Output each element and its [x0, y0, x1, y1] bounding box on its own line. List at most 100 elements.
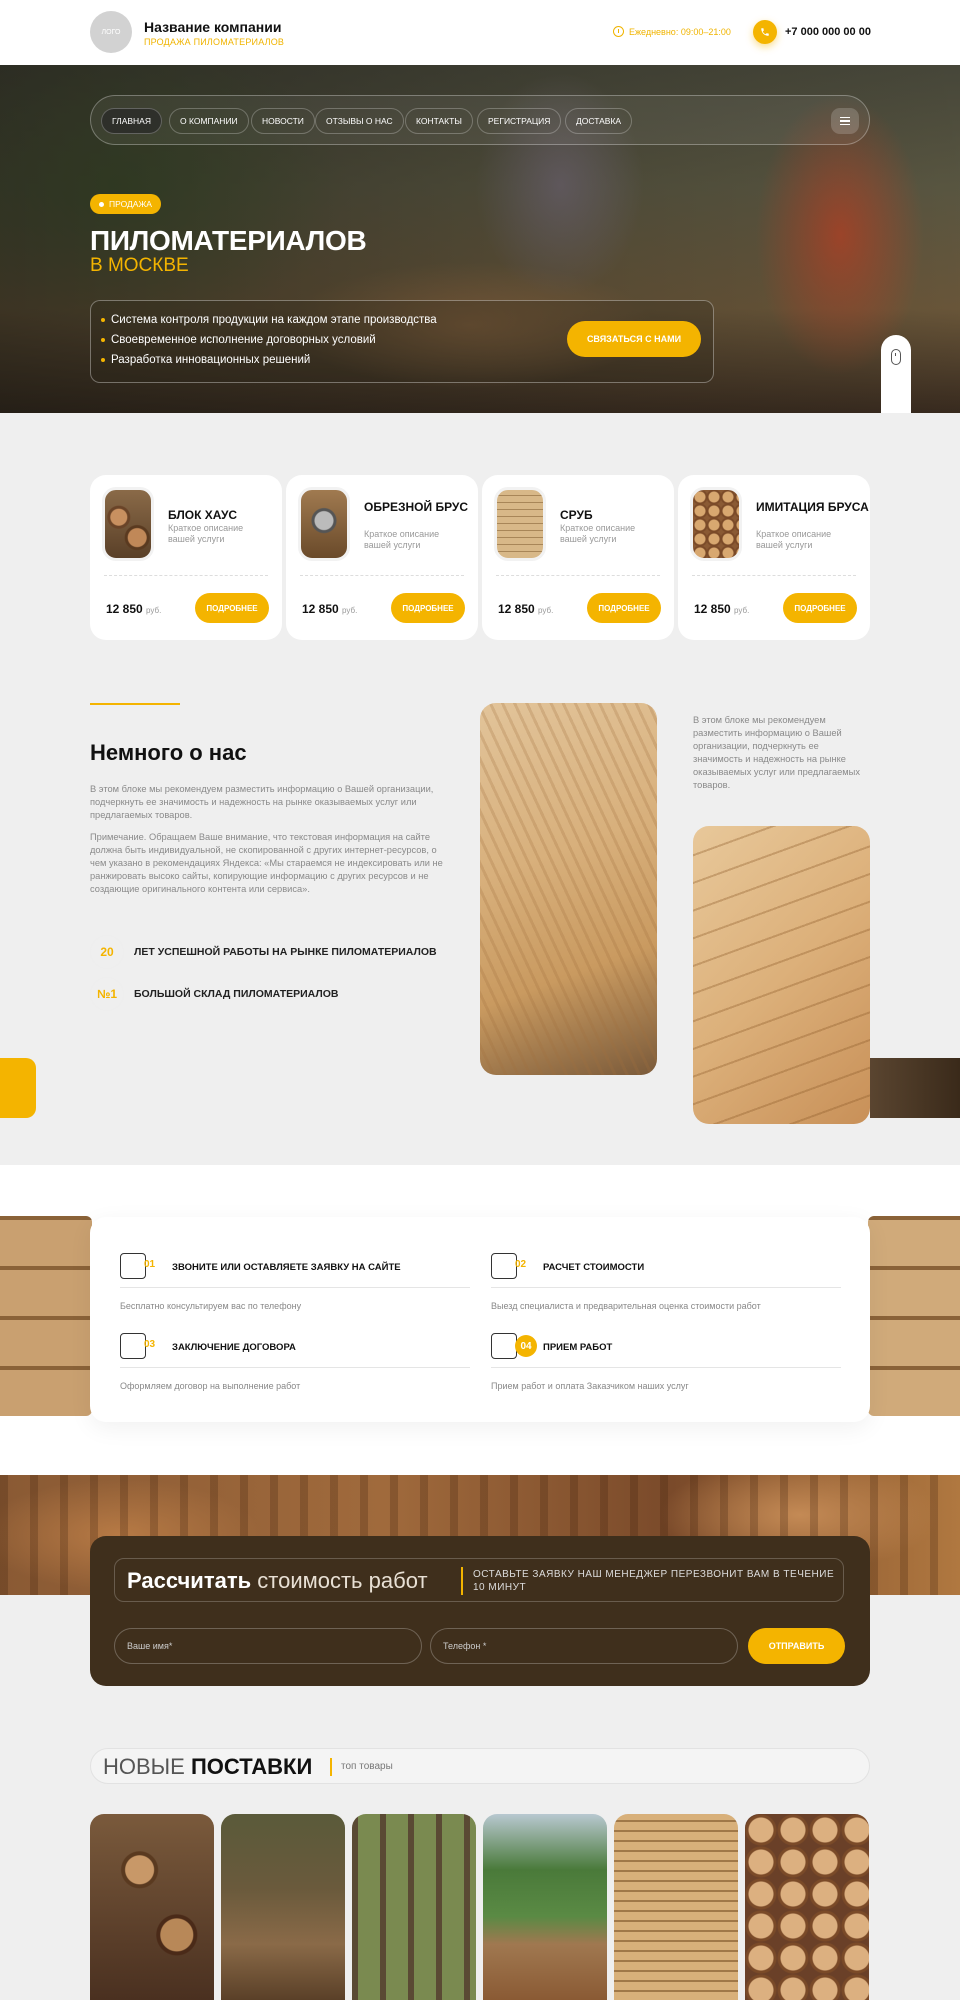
details-button[interactable]: ПОДРОБНЕЕ [783, 593, 857, 623]
divider [461, 1567, 463, 1595]
logo[interactable]: ЛОГО [90, 11, 132, 53]
divider [496, 575, 660, 576]
certificate-icon [120, 1333, 146, 1359]
product-thumb[interactable] [483, 1814, 607, 2000]
product-desc: Краткое описание вашей услуги [756, 529, 832, 550]
nav-item-delivery[interactable]: ДОСТАВКА [565, 108, 633, 134]
mouse-icon [891, 349, 901, 365]
product-title[interactable]: ИМИТАЦИЯ БРУСА [756, 500, 869, 514]
name-input[interactable]: Ваше имя* [114, 1628, 422, 1664]
section-subtitle: топ товары [341, 1761, 393, 1772]
product-image[interactable] [102, 487, 154, 561]
calc-header: Рассчитать стоимость работ ОСТАВЬТЕ ЗАЯВ… [114, 1558, 844, 1602]
product-thumb[interactable] [352, 1814, 476, 2000]
bullet-icon [101, 358, 105, 362]
calc-title: Рассчитать стоимость работ [127, 1568, 428, 1593]
product-card: ИМИТАЦИЯ БРУСА Краткое описание вашей ус… [678, 475, 870, 640]
product-price: 12 850 руб. [106, 602, 162, 616]
step-desc: Оформляем договор на выполнение работ [120, 1381, 301, 1391]
feature-text: Своевременное исполнение договорных усло… [111, 334, 376, 346]
nav-item-about[interactable]: О КОМПАНИИ [169, 108, 249, 134]
product-thumb[interactable] [90, 1814, 214, 2000]
scroll-down-button[interactable] [881, 335, 911, 413]
company-name: Название компании [144, 19, 282, 35]
product-image[interactable] [298, 487, 350, 561]
product-thumb[interactable] [614, 1814, 738, 2000]
stat-number: 20 [90, 935, 124, 969]
phone-number[interactable]: +7 000 000 00 00 [785, 26, 871, 38]
stat-number: №1 [90, 977, 124, 1011]
clock-icon [613, 26, 624, 37]
stat-text: БОЛЬШОЙ СКЛАД ПИЛОМАТЕРИАЛОВ [134, 988, 339, 1000]
about-note: Примечание. Обращаем Ваше внимание, что … [90, 832, 443, 894]
product-title[interactable]: ОБРЕЗНОЙ БРУС [364, 500, 468, 514]
step-title: ЗАКЛЮЧЕНИЕ ДОГОВОРА [172, 1342, 296, 1353]
new-arrivals-header: НОВЫЕ ПОСТАВКИ топ товары [90, 1748, 870, 1784]
divider [330, 1758, 332, 1776]
clipboard-icon [491, 1253, 517, 1279]
divider [300, 575, 464, 576]
phone-icon [761, 28, 769, 36]
hero-section: ГЛАВНАЯ О КОМПАНИИ НОВОСТИ ОТЗЫВЫ О НАС … [0, 65, 960, 413]
feature-text: Разработка инновационных решений [111, 354, 311, 366]
step-number: 04 [515, 1335, 537, 1357]
calc-note: ОСТАВЬТЕ ЗАЯВКУ НАШ МЕНЕДЖЕР ПЕРЕЗВОНИТ … [473, 1569, 835, 1593]
product-desc: Краткое описание вашей услуги [168, 523, 244, 544]
working-hours: Ежедневно: 09:00–21:00 [613, 26, 731, 37]
details-button[interactable]: ПОДРОБНЕЕ [391, 593, 465, 623]
step-desc: Прием работ и оплата Заказчиком наших ус… [491, 1381, 689, 1391]
product-price: 12 850 руб. [302, 602, 358, 616]
hero-title: ПИЛОМАТЕРИАЛОВ [90, 225, 367, 256]
nav-item-contacts[interactable]: КОНТАКТЫ [405, 108, 473, 134]
logs-decor-right [868, 1216, 960, 1416]
bullet-icon [101, 318, 105, 322]
stat-item: №1 БОЛЬШОЙ СКЛАД ПИЛОМАТЕРИАЛОВ [90, 977, 339, 1011]
site-header: ЛОГО Название компании ПРОДАЖА ПИЛОМАТЕР… [0, 0, 960, 65]
product-thumb[interactable] [745, 1814, 869, 2000]
about-side-text: В этом блоке мы рекомендуем разместить и… [693, 715, 861, 790]
product-image[interactable] [690, 487, 742, 561]
submit-button[interactable]: ОТПРАВИТЬ [748, 1628, 845, 1664]
product-price: 12 850 руб. [498, 602, 554, 616]
section-accent-line [90, 703, 180, 705]
details-button[interactable]: ПОДРОБНЕЕ [195, 593, 269, 623]
nav-item-registration[interactable]: РЕГИСТРАЦИЯ [477, 108, 562, 134]
product-title[interactable]: СРУБ [560, 508, 593, 522]
details-button[interactable]: ПОДРОБНЕЕ [587, 593, 661, 623]
feature-text: Система контроля продукции на каждом эта… [111, 314, 437, 326]
nav-item-news[interactable]: НОВОСТИ [251, 108, 315, 134]
product-thumb[interactable] [221, 1814, 345, 2000]
nav-item-home[interactable]: ГЛАВНАЯ [101, 108, 162, 134]
contact-us-button[interactable]: СВЯЗАТЬСЯ С НАМИ [567, 321, 701, 357]
side-widget-tab[interactable] [0, 1058, 36, 1118]
stat-text: ЛЕТ УСПЕШНОЙ РАБОТЫ НА РЫНКЕ ПИЛОМАТЕРИА… [134, 946, 437, 958]
step-desc: Бесплатно консультируем вас по телефону [120, 1301, 302, 1311]
feature-item: Своевременное исполнение договорных усло… [101, 334, 376, 346]
checklist-icon [120, 1253, 146, 1279]
bullet-icon [101, 338, 105, 342]
main-nav: ГЛАВНАЯ О КОМПАНИИ НОВОСТИ ОТЗЫВЫ О НАС … [90, 95, 870, 145]
product-desc: Краткое описание вашей услуги [364, 529, 440, 550]
divider [120, 1287, 470, 1288]
divider [692, 575, 856, 576]
about-paragraph: В этом блоке мы рекомендуем разместить и… [90, 784, 434, 820]
phone-call-button[interactable] [753, 20, 777, 44]
step-number: 02 [515, 1259, 527, 1270]
company-tagline: ПРОДАЖА ПИЛОМАТЕРИАЛОВ [144, 37, 285, 47]
badge-dot-icon [99, 201, 104, 207]
phone-input[interactable]: Телефон * [430, 1628, 738, 1664]
divider [104, 575, 268, 576]
hero-subtitle: В МОСКВЕ [90, 255, 189, 276]
product-desc: Краткое описание вашей услуги [560, 523, 636, 544]
logs-decor-left [0, 1216, 92, 1416]
product-image[interactable] [494, 487, 546, 561]
divider [120, 1367, 470, 1368]
product-card: БЛОК ХАУС Краткое описание вашей услуги … [90, 475, 282, 640]
step-number: 03 [144, 1339, 156, 1350]
nav-item-reviews[interactable]: ОТЗЫВЫ О НАС [315, 108, 404, 134]
product-title[interactable]: БЛОК ХАУС [168, 508, 237, 522]
menu-burger-icon[interactable] [831, 108, 859, 134]
calc-form: Рассчитать стоимость работ ОСТАВЬТЕ ЗАЯВ… [90, 1536, 870, 1686]
steps-card: 01 ЗВОНИТЕ ИЛИ ОСТАВЛЯЕТЕ ЗАЯВКУ НА САЙТ… [90, 1217, 870, 1422]
hero-badge: ПРОДАЖА [90, 194, 161, 214]
